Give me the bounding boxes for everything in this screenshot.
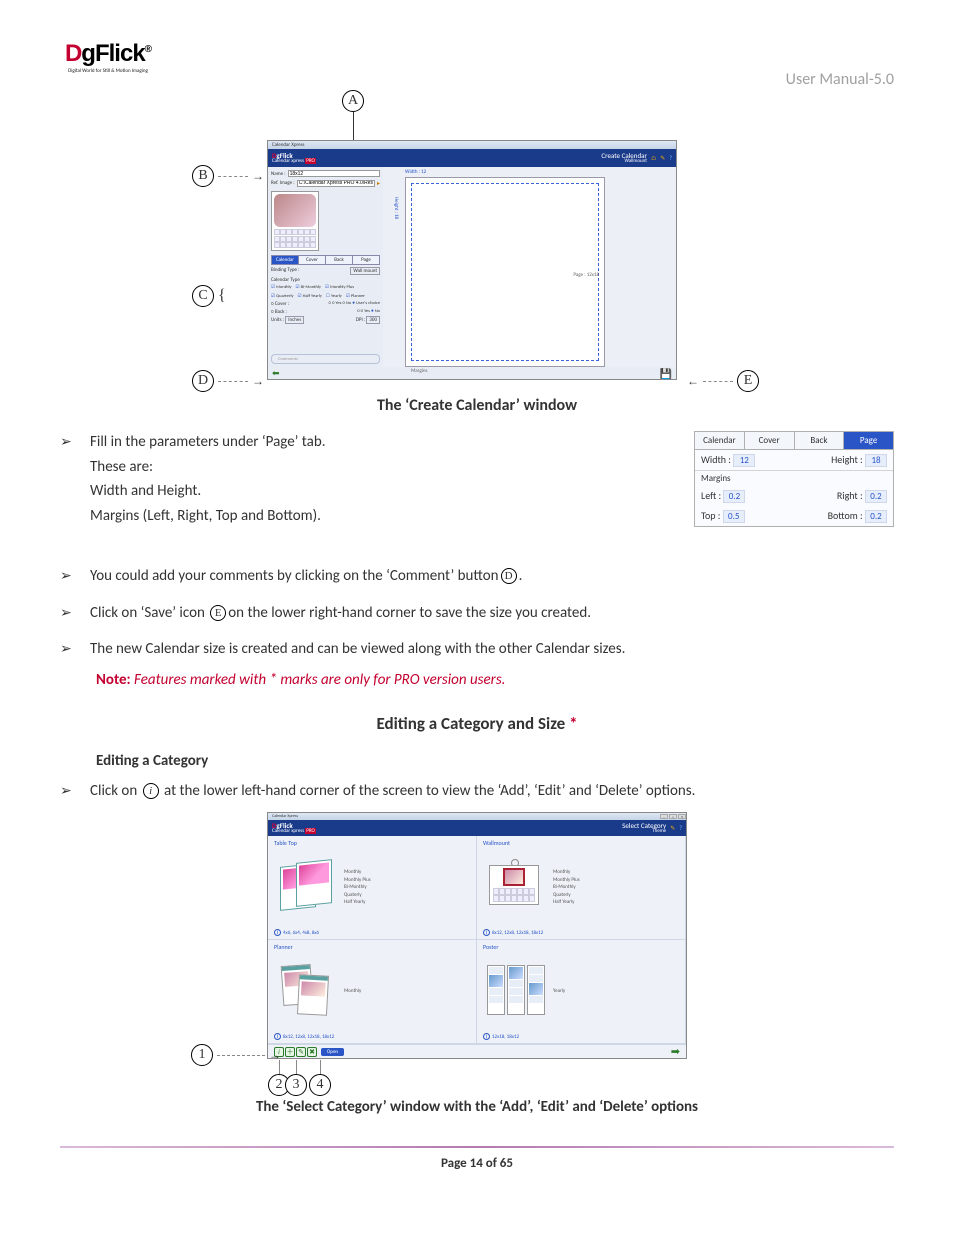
forward-arrow-icon[interactable]: ➡ <box>671 1045 680 1058</box>
figure-create-calendar: A ↓ B → C { D → ← E Calendar Xpress DgFl… <box>192 90 762 390</box>
pt-width[interactable]: 12 <box>733 454 755 467</box>
pt-tab-cover[interactable]: Cover <box>745 432 795 449</box>
callout-3: 3 <box>285 1074 307 1096</box>
pt-height[interactable]: 18 <box>865 454 887 467</box>
doc-version: User Manual-5.0 <box>786 70 894 89</box>
brand-logo-sub: Digital World for Still & Motion Imaging <box>68 68 148 74</box>
heading-edit-cat-size: Editing a Category and Size * <box>60 713 894 734</box>
bullet-icon: ➢ <box>60 433 74 450</box>
ref-image-input[interactable] <box>297 180 375 187</box>
bullet-1: Fill in the parameters under ‘Page’ tab.… <box>90 431 674 529</box>
figure2-caption: The ‘Select Category’ window with the ‘A… <box>60 1098 894 1116</box>
brush-icon[interactable]: ✎ <box>670 824 675 832</box>
callout-a: A <box>342 90 364 112</box>
screenshot-select-category: Calendar Xpress —□✕ DgFlick Calendar xpr… <box>267 812 687 1059</box>
ref-thumb <box>271 191 319 251</box>
brush-icon[interactable]: ✎ <box>660 154 665 162</box>
tab-cover[interactable]: Cover <box>299 256 326 264</box>
tabs[interactable]: Calendar Cover Back Page <box>271 255 380 265</box>
pt-margins-label: Margins <box>695 470 893 486</box>
callout-d: D <box>192 370 214 392</box>
bullet-4: The new Calendar size is created and can… <box>90 638 894 661</box>
pt-left[interactable]: 0.2 <box>723 490 745 503</box>
bullet-icon: ➢ <box>60 567 74 584</box>
help-icon[interactable]: ? <box>669 154 672 162</box>
category-planner[interactable]: Planner Monthly i8x12, 12x8, 12x18, 18x1… <box>268 940 477 1044</box>
brand-logo: DgFlick® Digital World for Still & Motio… <box>60 40 156 90</box>
save-icon[interactable]: 💾 <box>660 367 672 380</box>
pt-top[interactable]: 0.5 <box>723 510 745 523</box>
binding-select[interactable]: Wall mount <box>350 267 380 275</box>
tab-page[interactable]: Page <box>353 256 379 264</box>
page-number: Page 14 of 65 <box>60 1156 894 1171</box>
category-wallmount[interactable]: Wallmount MonthlyMonthly PlusBi-MonthlyQ… <box>477 836 686 940</box>
figure1-caption: The ‘Create Calendar’ window <box>60 396 894 415</box>
edit-tool[interactable]: ✎ <box>296 1047 306 1057</box>
open-button[interactable]: Open <box>321 1048 344 1056</box>
screenshot-create-calendar: Calendar Xpress DgFlick Calendar xpress … <box>267 140 677 380</box>
bullet-5: Click on i at the lower left-hand corner… <box>90 780 894 803</box>
callout-i-inline: i <box>143 783 159 799</box>
callout-b: B <box>192 165 214 187</box>
callout-d-inline: D <box>501 568 517 584</box>
brand-logo-text: DgFlick® <box>65 40 151 68</box>
home-icon[interactable]: ⌂ <box>651 154 656 162</box>
bullet-icon: ➢ <box>60 604 74 621</box>
bullet-3: Click on ‘Save’ icon Eon the lower right… <box>90 602 894 625</box>
back-arrow-icon[interactable]: ⬅ <box>272 368 280 379</box>
note-text: Note: Features marked with * marks are o… <box>96 671 894 689</box>
pt-bottom[interactable]: 0.2 <box>865 510 887 523</box>
subheading-edit-category: Editing a Category <box>96 752 894 770</box>
pt-tab-back[interactable]: Back <box>795 432 845 449</box>
callout-e-inline: E <box>210 605 226 621</box>
help-icon[interactable]: ? <box>679 824 682 832</box>
name-input[interactable] <box>288 170 380 177</box>
callout-1: 1 <box>191 1044 213 1066</box>
callout-4: 4 <box>309 1074 331 1096</box>
tab-back[interactable]: Back <box>326 256 353 264</box>
screenshot-page-tab: Calendar Cover Back Page Width : 12 Heig… <box>694 431 894 527</box>
pt-right[interactable]: 0.2 <box>865 490 887 503</box>
calendar-type-checks[interactable]: MonthlyBi-MonthlyMonthly Plus QuarterlyH… <box>271 285 380 299</box>
add-tool[interactable]: ＋ <box>285 1047 295 1057</box>
callout-c: C <box>192 285 214 307</box>
category-tabletop[interactable]: Table Top MonthlyMonthly PlusBi-MonthlyQ… <box>268 836 477 940</box>
bullet-icon: ➢ <box>60 640 74 657</box>
bullet-2: You could add your comments by clicking … <box>90 565 894 588</box>
tab-calendar[interactable]: Calendar <box>272 256 299 264</box>
callout-e: E <box>737 370 759 392</box>
canvas-area: Width : 12 Height : 18 Page : 12x18 Marg… <box>383 167 676 367</box>
category-poster[interactable]: Poster Yearly i12x18, 18x12 <box>477 940 686 1044</box>
units-select[interactable]: Inches <box>285 316 304 324</box>
comment-button[interactable]: Comments <box>271 354 380 364</box>
bullet-icon: ➢ <box>60 782 74 799</box>
left-panel: Name : Ref. Image :▸ Calendar Cover Back… <box>268 167 383 367</box>
delete-tool[interactable]: ✖ <box>307 1047 317 1057</box>
pt-tab-page[interactable]: Page <box>844 432 893 449</box>
pt-tab-calendar[interactable]: Calendar <box>695 432 745 449</box>
footer-rule <box>60 1146 894 1148</box>
app-header: DgFlick Calendar xpress PRO Create Calen… <box>268 149 676 167</box>
window-titlebar: Calendar Xpress <box>268 141 676 149</box>
dpi-input[interactable]: 300 <box>366 316 380 324</box>
figure-select-category: Calendar Xpress —□✕ DgFlick Calendar xpr… <box>227 812 727 1092</box>
browse-icon[interactable]: ▸ <box>377 179 380 187</box>
